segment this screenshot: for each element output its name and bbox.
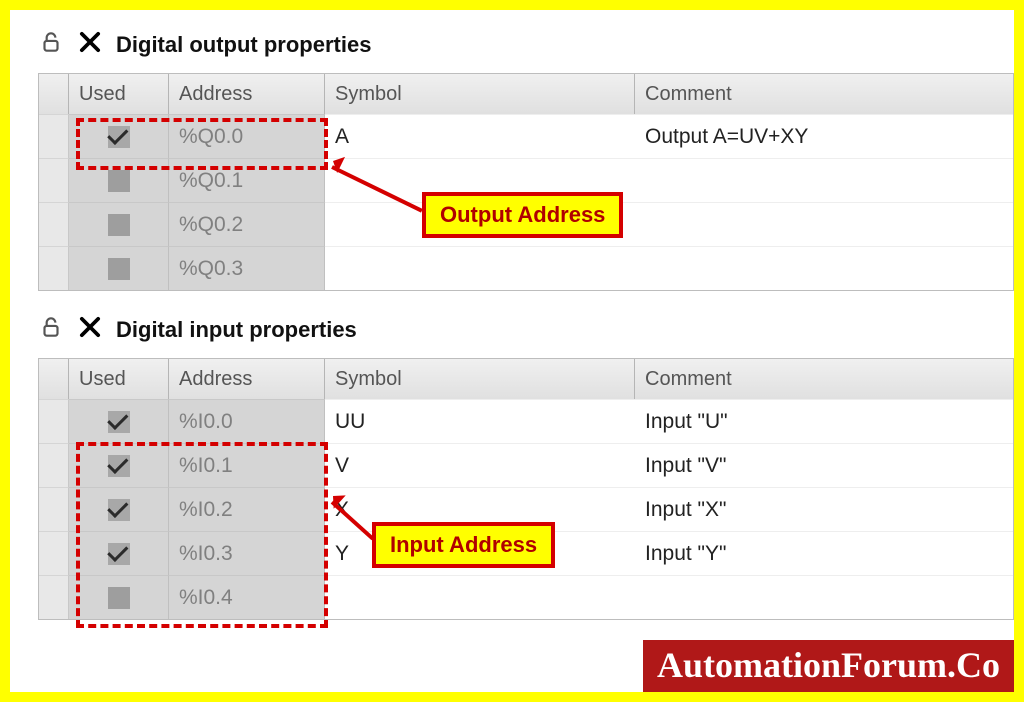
output-panel-title: Digital output properties: [116, 32, 371, 58]
col-symbol-header[interactable]: Symbol: [325, 74, 635, 114]
comment-cell[interactable]: Output A=UV+XY: [635, 114, 1013, 158]
row-gutter: [39, 246, 69, 290]
col-symbol-header[interactable]: Symbol: [325, 359, 635, 399]
table-row[interactable]: %Q0.3: [39, 246, 1013, 290]
checkbox-checked-icon[interactable]: [108, 455, 130, 477]
page-frame: Digital output properties Used Address S…: [0, 0, 1024, 702]
input-panel-header: Digital input properties: [38, 313, 1014, 346]
output-table: Used Address Symbol Comment %Q0.0AOutput…: [38, 73, 1014, 291]
address-cell[interactable]: %Q0.0: [169, 114, 325, 158]
symbol-cell[interactable]: A: [325, 114, 635, 158]
checkbox-checked-icon[interactable]: [108, 411, 130, 433]
col-comment-header[interactable]: Comment: [635, 74, 1013, 114]
col-used-header[interactable]: Used: [69, 359, 169, 399]
gutter-header: [39, 359, 69, 399]
output-table-header: Used Address Symbol Comment: [39, 74, 1013, 114]
symbol-cell[interactable]: UU: [325, 399, 635, 443]
row-gutter: [39, 531, 69, 575]
col-address-header[interactable]: Address: [169, 74, 325, 114]
comment-cell[interactable]: [635, 246, 1013, 290]
checkbox-checked-icon[interactable]: [108, 543, 130, 565]
table-row[interactable]: %I0.0UUInput "U": [39, 399, 1013, 443]
comment-cell[interactable]: Input "U": [635, 399, 1013, 443]
used-cell[interactable]: [69, 246, 169, 290]
close-icon[interactable]: [76, 28, 104, 61]
input-panel-title: Digital input properties: [116, 317, 357, 343]
comment-cell[interactable]: [635, 575, 1013, 619]
table-row[interactable]: %I0.1VInput "V": [39, 443, 1013, 487]
checkbox-unchecked-icon[interactable]: [108, 214, 130, 236]
row-gutter: [39, 158, 69, 202]
col-comment-header[interactable]: Comment: [635, 359, 1013, 399]
watermark: AutomationForum.Co: [643, 640, 1014, 692]
row-gutter: [39, 202, 69, 246]
address-cell[interactable]: %I0.1: [169, 443, 325, 487]
row-gutter: [39, 443, 69, 487]
table-row[interactable]: %I0.4: [39, 575, 1013, 619]
address-cell[interactable]: %I0.4: [169, 575, 325, 619]
comment-cell[interactable]: Input "X": [635, 487, 1013, 531]
used-cell[interactable]: [69, 158, 169, 202]
address-cell[interactable]: %I0.3: [169, 531, 325, 575]
address-cell[interactable]: %Q0.1: [169, 158, 325, 202]
used-cell[interactable]: [69, 575, 169, 619]
address-cell[interactable]: %I0.2: [169, 487, 325, 531]
used-cell[interactable]: [69, 443, 169, 487]
checkbox-unchecked-icon[interactable]: [108, 587, 130, 609]
address-cell[interactable]: %Q0.2: [169, 202, 325, 246]
address-cell[interactable]: %I0.0: [169, 399, 325, 443]
checkbox-unchecked-icon[interactable]: [108, 170, 130, 192]
comment-cell[interactable]: [635, 158, 1013, 202]
col-used-header[interactable]: Used: [69, 74, 169, 114]
row-gutter: [39, 575, 69, 619]
output-panel-header: Digital output properties: [38, 28, 1014, 61]
row-gutter: [39, 399, 69, 443]
used-cell[interactable]: [69, 399, 169, 443]
used-cell[interactable]: [69, 114, 169, 158]
row-gutter: [39, 114, 69, 158]
address-cell[interactable]: %Q0.3: [169, 246, 325, 290]
output-address-callout: Output Address: [422, 192, 623, 238]
symbol-cell[interactable]: [325, 575, 635, 619]
used-cell[interactable]: [69, 487, 169, 531]
checkbox-unchecked-icon[interactable]: [108, 258, 130, 280]
input-address-callout: Input Address: [372, 522, 555, 568]
used-cell[interactable]: [69, 531, 169, 575]
lock-icon[interactable]: [38, 314, 64, 345]
checkbox-checked-icon[interactable]: [108, 126, 130, 148]
table-row[interactable]: %Q0.0AOutput A=UV+XY: [39, 114, 1013, 158]
gutter-header: [39, 74, 69, 114]
input-table: Used Address Symbol Comment %I0.0UUInput…: [38, 358, 1014, 620]
comment-cell[interactable]: Input "V": [635, 443, 1013, 487]
lock-icon[interactable]: [38, 29, 64, 60]
comment-cell[interactable]: Input "Y": [635, 531, 1013, 575]
input-table-header: Used Address Symbol Comment: [39, 359, 1013, 399]
comment-cell[interactable]: [635, 202, 1013, 246]
symbol-cell[interactable]: [325, 246, 635, 290]
symbol-cell[interactable]: V: [325, 443, 635, 487]
row-gutter: [39, 487, 69, 531]
close-icon[interactable]: [76, 313, 104, 346]
col-address-header[interactable]: Address: [169, 359, 325, 399]
checkbox-checked-icon[interactable]: [108, 499, 130, 521]
used-cell[interactable]: [69, 202, 169, 246]
